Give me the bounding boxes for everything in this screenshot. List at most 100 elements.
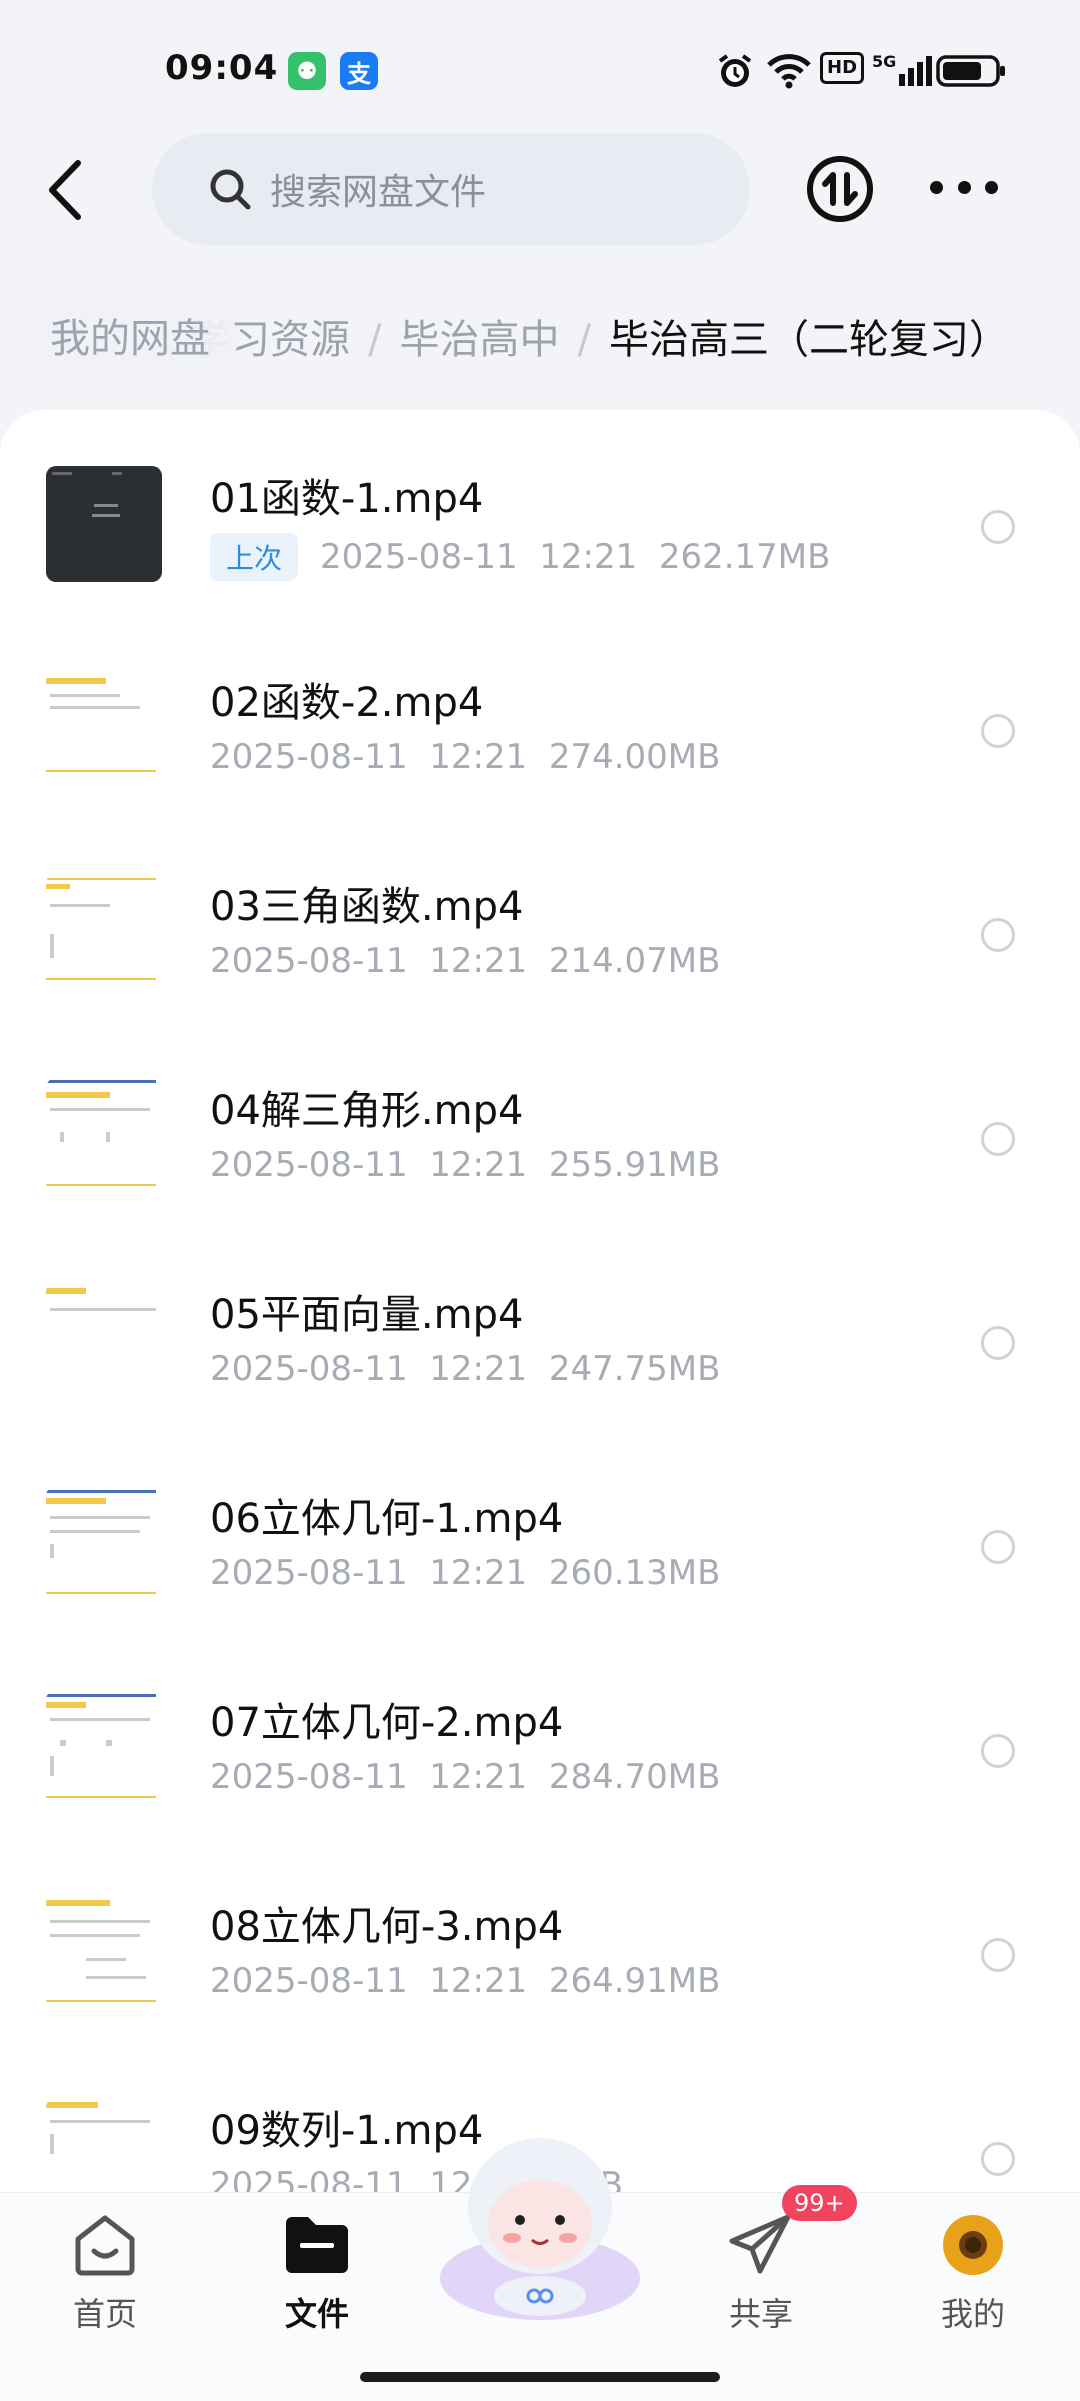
tab-label: 文件 xyxy=(284,2295,349,2333)
file-meta: 2025-08-11 12:21 247.75MB xyxy=(210,1349,720,1389)
send-icon xyxy=(729,2214,791,2274)
file-name: 05平面向量.mp4 xyxy=(210,1292,524,1338)
file-date: 2025-08-11 xyxy=(210,1349,408,1389)
file-meta: 2025-08-11 12:21 214.07MB xyxy=(210,941,720,981)
file-date: 2025-08-11 xyxy=(210,941,408,981)
status-bar: 09:04 ⚉ 支 HD 5G xyxy=(0,0,1080,140)
avatar xyxy=(943,2215,1003,2275)
file-name: 03三角函数.mp4 xyxy=(210,884,524,930)
back-button[interactable] xyxy=(42,155,92,225)
more-options-button[interactable] xyxy=(930,175,998,199)
file-time: 12:21 xyxy=(429,1553,528,1593)
file-date: 2025-08-11 xyxy=(320,537,518,577)
video-thumbnail xyxy=(46,874,162,990)
chevron-left-icon xyxy=(49,160,81,220)
transfer-icon xyxy=(807,156,873,222)
file-time: 12:21 xyxy=(429,737,528,777)
alarm-icon xyxy=(716,52,754,90)
file-list: 01函数-1.mp4 上次 2025-08-11 12:21 262.17MB … xyxy=(0,410,1080,2192)
file-name: 08立体几何-3.mp4 xyxy=(210,1904,564,1950)
file-name: 07立体几何-2.mp4 xyxy=(210,1700,564,1746)
file-date: 2025-08-11 xyxy=(210,1145,408,1185)
transfer-button[interactable] xyxy=(806,155,874,223)
select-checkbox[interactable] xyxy=(981,1122,1015,1156)
ai-assistant-button[interactable] xyxy=(430,2128,650,2328)
tab-label: 我的 xyxy=(940,2295,1005,2333)
file-meta: 上次 2025-08-11 12:21 262.17MB xyxy=(210,533,830,581)
video-thumbnail xyxy=(46,2098,162,2192)
file-date: 2025-08-11 xyxy=(210,1553,408,1593)
search-placeholder: 搜索网盘文件 xyxy=(270,172,487,213)
file-name: 01函数-1.mp4 xyxy=(210,476,484,522)
file-time: 12:21 xyxy=(539,537,638,577)
file-date: 2025-08-11 xyxy=(210,1757,408,1797)
select-checkbox[interactable] xyxy=(981,1530,1015,1564)
select-checkbox[interactable] xyxy=(981,2142,1015,2176)
file-meta: 2025-08-11 12:21 284.70MB xyxy=(210,1757,720,1797)
select-checkbox[interactable] xyxy=(981,1734,1015,1768)
breadcrumb-home[interactable]: 我的网盘 xyxy=(22,306,238,372)
home-icon xyxy=(75,2215,135,2276)
tab-home[interactable]: 首页 xyxy=(40,2213,170,2335)
tab-label: 共享 xyxy=(728,2295,793,2333)
file-size: 247.75MB xyxy=(548,1349,721,1389)
select-checkbox[interactable] xyxy=(981,1938,1015,1972)
wechat-mini-icon: ⚉ xyxy=(288,52,326,90)
file-row[interactable]: 08立体几何-3.mp4 2025-08-11 12:21 264.91MB xyxy=(0,1858,1080,2062)
file-row[interactable]: 06立体几何-1.mp4 2025-08-11 12:21 260.13MB xyxy=(0,1450,1080,1654)
video-thumbnail xyxy=(46,670,162,786)
file-date: 2025-08-11 xyxy=(210,2165,408,2192)
dot-icon xyxy=(957,180,971,194)
video-thumbnail xyxy=(46,1894,162,2010)
file-size: 260.13MB xyxy=(548,1553,721,1593)
breadcrumb-current: 毕治高三（二轮复习） xyxy=(608,317,1009,363)
battery-icon xyxy=(936,52,1006,90)
wifi-icon xyxy=(766,52,812,90)
file-size: 214.07MB xyxy=(548,941,721,981)
signal-icon: 5G xyxy=(872,52,933,90)
file-time: 12:21 xyxy=(429,1961,528,2001)
file-date: 2025-08-11 xyxy=(210,1961,408,2001)
file-meta: 2025-08-11 12:21 260.13MB xyxy=(210,1553,720,1593)
video-thumbnail xyxy=(46,1486,162,1602)
alipay-icon: 支 xyxy=(340,52,378,90)
file-name: 02函数-2.mp4 xyxy=(210,680,484,726)
select-checkbox[interactable] xyxy=(981,510,1015,544)
mascot-icon xyxy=(440,2138,640,2320)
file-row[interactable]: 03三角函数.mp4 2025-08-11 12:21 214.07MB xyxy=(0,838,1080,1042)
search-input[interactable]: 搜索网盘文件 xyxy=(152,133,750,245)
hd-indicator: HD xyxy=(820,52,865,84)
file-meta: 2025-08-11 12:21 264.91MB xyxy=(210,1961,720,2001)
file-row[interactable]: 05平面向量.mp4 2025-08-11 12:21 247.75MB xyxy=(0,1246,1080,1450)
tab-mine[interactable]: 我的 xyxy=(908,2213,1038,2335)
search-icon xyxy=(210,169,251,210)
select-checkbox[interactable] xyxy=(981,918,1015,952)
file-size: 284.70MB xyxy=(548,1757,721,1797)
folder-icon xyxy=(286,2217,348,2273)
select-checkbox[interactable] xyxy=(981,714,1015,748)
share-badge: 99+ xyxy=(782,2185,857,2221)
tab-files[interactable]: 文件 xyxy=(252,2213,382,2335)
file-size: 262.17MB xyxy=(658,537,831,577)
dot-icon xyxy=(985,180,998,194)
file-date: 2025-08-11 xyxy=(210,737,408,777)
video-thumbnail xyxy=(46,1690,162,1806)
file-size: 274.00MB xyxy=(548,737,721,777)
file-time: 12:21 xyxy=(429,1349,528,1389)
select-checkbox[interactable] xyxy=(981,1326,1015,1360)
file-row[interactable]: 07立体几何-2.mp4 2025-08-11 12:21 284.70MB xyxy=(0,1654,1080,1858)
file-row[interactable]: 04解三角形.mp4 2025-08-11 12:21 255.91MB xyxy=(0,1042,1080,1246)
video-thumbnail xyxy=(46,1078,162,1194)
file-size: 264.91MB xyxy=(548,1961,721,2001)
status-time: 09:04 xyxy=(165,48,279,88)
network-type: 5G xyxy=(872,51,897,71)
file-name: 04解三角形.mp4 xyxy=(210,1088,524,1134)
video-thumbnail xyxy=(46,1282,162,1398)
file-row[interactable]: 02函数-2.mp4 2025-08-11 12:21 274.00MB xyxy=(0,634,1080,838)
file-time: 12:21 xyxy=(429,941,528,981)
breadcrumb-item[interactable]: 毕治高中 xyxy=(399,317,559,363)
file-row[interactable]: 01函数-1.mp4 上次 2025-08-11 12:21 262.17MB xyxy=(0,430,1080,634)
tab-share[interactable]: 共享 xyxy=(696,2213,826,2335)
file-meta: 2025-08-11 12:21 274.00MB xyxy=(210,737,720,777)
file-meta: 2025-08-11 12:21 255.91MB xyxy=(210,1145,720,1185)
